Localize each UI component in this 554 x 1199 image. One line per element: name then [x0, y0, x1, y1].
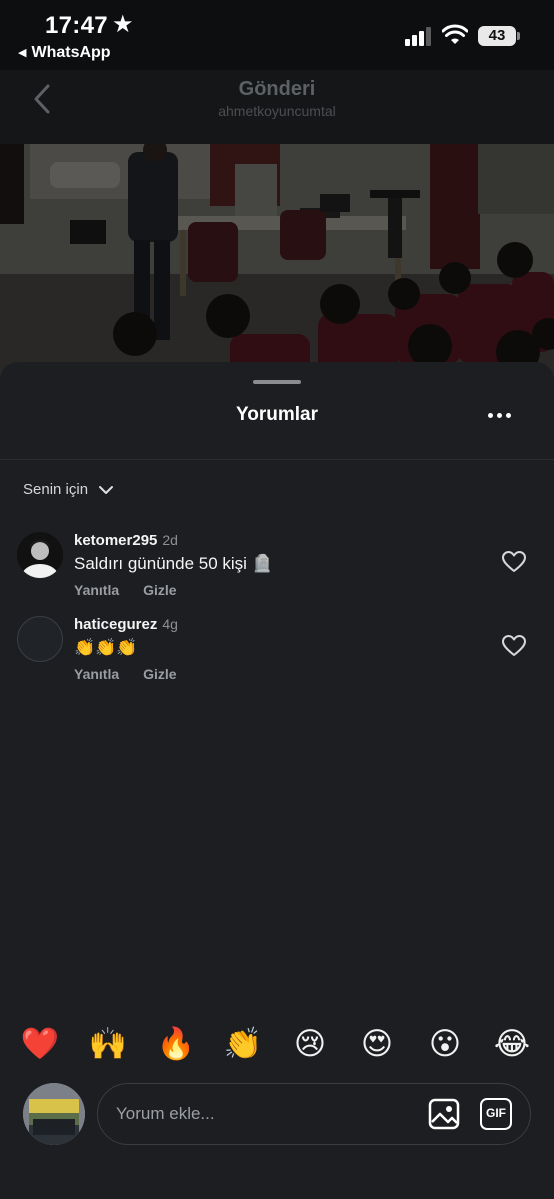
more-horizontal-icon[interactable] — [486, 404, 514, 424]
battery-indicator: 43 — [478, 26, 516, 46]
reply-button[interactable]: Yanıtla — [74, 666, 119, 682]
avatar[interactable] — [17, 616, 63, 662]
status-bar: 17:47 ★ ◀ WhatsApp 43 — [0, 0, 554, 70]
back-to-app-link[interactable]: ◀ WhatsApp — [18, 44, 111, 62]
sheet-grabber[interactable] — [253, 380, 301, 384]
page-subtitle[interactable]: ahmetkoyuncumtal — [0, 103, 554, 119]
hide-button[interactable]: Gizle — [143, 582, 176, 598]
comment-composer: Yorum ekle... GIF — [0, 1080, 554, 1150]
post-header: Gönderi ahmetkoyuncumtal — [0, 70, 554, 144]
reaction-surprised[interactable]: 😮 — [425, 1024, 465, 1064]
comment-time: 2d — [162, 532, 178, 548]
reaction-crying[interactable]: 😢 — [290, 1024, 330, 1064]
heart-outline-icon[interactable] — [501, 550, 527, 574]
comment-placeholder: Yorum ekle... — [116, 1104, 215, 1123]
divider — [0, 459, 554, 460]
avatar[interactable] — [17, 532, 63, 578]
comment-item: haticegurez 4g 👏👏👏 Yanıtla Gizle — [0, 616, 554, 696]
filter-label: Senin için — [23, 481, 89, 498]
comment-actions: Yanıtla Gizle — [74, 582, 201, 598]
sheet-title: Yorumlar — [235, 404, 318, 425]
comments-sheet: Yorumlar Senin için ketomer295 2d Saldırı… — [0, 362, 554, 1199]
reaction-fire[interactable]: 🔥 — [156, 1024, 196, 1064]
reaction-heart-eyes[interactable]: 😍 — [357, 1024, 397, 1064]
chevron-down-icon — [99, 485, 114, 494]
back-triangle-icon: ◀ — [18, 47, 27, 59]
username-text: haticegurez — [74, 616, 158, 633]
wifi-icon — [442, 24, 468, 44]
status-time: 17:47 — [45, 12, 108, 39]
username-text: ketomer295 — [74, 532, 158, 549]
back-app-label: WhatsApp — [31, 44, 111, 61]
comment-actions: Yanıtla Gizle — [74, 666, 201, 682]
comment-text: Saldırı gününde 50 kişi 🪦 — [74, 554, 273, 573]
page-title: Gönderi — [238, 78, 316, 100]
reaction-clap[interactable]: 👏 — [223, 1024, 263, 1064]
image-icon[interactable] — [428, 1098, 460, 1130]
hide-button[interactable]: Gizle — [143, 666, 176, 682]
comment-time: 4g — [162, 616, 178, 632]
gif-icon[interactable]: GIF — [480, 1098, 512, 1130]
post-photo[interactable] — [0, 144, 554, 384]
quick-reactions-bar: ❤️ 🙌 🔥 👏 😢 😍 😮 😂 — [0, 1024, 554, 1068]
comment-input[interactable]: Yorum ekle... GIF — [97, 1083, 531, 1145]
star-icon: ★ — [112, 11, 134, 38]
comment-item: ketomer295 2d Saldırı gününde 50 kişi 🪦 Y… — [0, 532, 554, 612]
comment-text: 👏👏👏 — [74, 638, 138, 657]
reaction-heart[interactable]: ❤️ — [20, 1024, 60, 1064]
cellular-signal-icon — [405, 26, 433, 46]
battery-tip — [517, 32, 520, 40]
comment-username[interactable]: ketomer295 2d — [74, 532, 178, 549]
comment-username[interactable]: haticegurez 4g — [74, 616, 178, 633]
reaction-laughing[interactable]: 😂 — [492, 1024, 532, 1064]
reply-button[interactable]: Yanıtla — [74, 582, 119, 598]
reaction-raised-hands[interactable]: 🙌 — [88, 1024, 128, 1064]
avatar — [23, 1083, 85, 1145]
heart-outline-icon[interactable] — [501, 634, 527, 658]
comment-filter-dropdown[interactable]: Senin için — [23, 481, 114, 498]
